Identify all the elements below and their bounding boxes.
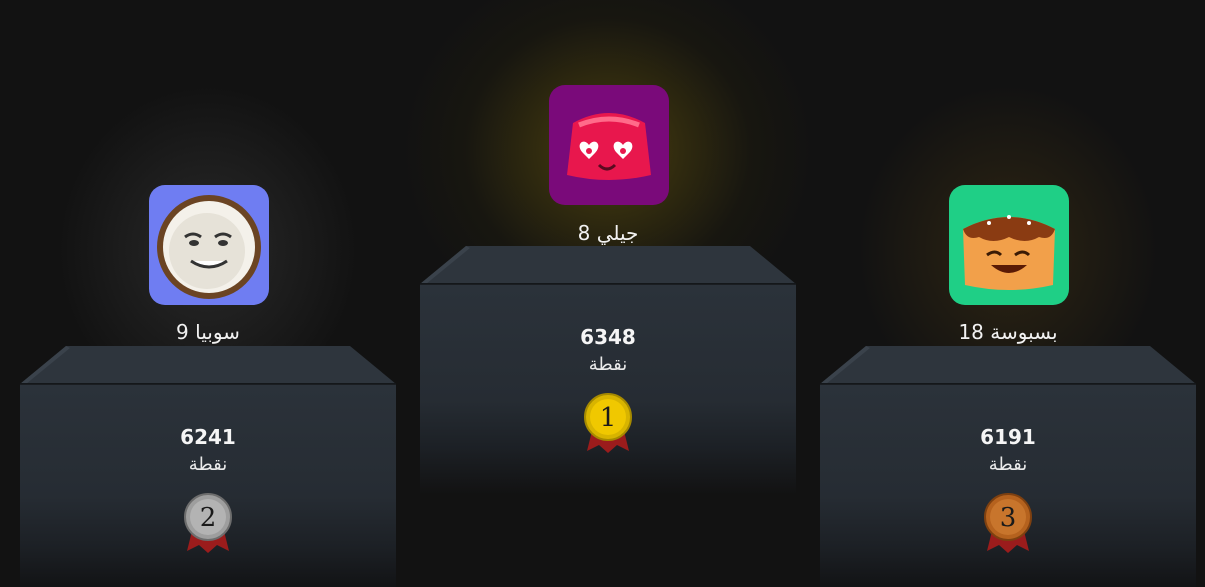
player-name-second: سوبيا 9 <box>176 320 240 344</box>
leaderboard-stage: سوبيا 9 6241 نقطة 2 جيلي 8 6348 نقطة 1 ب… <box>0 0 1205 587</box>
podium-block-top-second <box>20 346 396 384</box>
player-name-first: جيلي 8 <box>577 221 639 245</box>
basbousa-icon <box>949 185 1069 305</box>
score-third: 6191 <box>980 425 1036 449</box>
coconut-icon <box>149 185 269 305</box>
podium-block-first: 6348 نقطة 1 <box>420 284 796 495</box>
player-avatar-first[interactable] <box>549 85 669 205</box>
jelly-icon <box>549 85 669 205</box>
points-label-second: نقطة <box>188 454 228 475</box>
points-label-third: نقطة <box>988 454 1028 475</box>
podium-block-third: 6191 نقطة 3 <box>820 384 1196 587</box>
podium-block-top-first <box>420 246 796 284</box>
player-name-third: بسبوسة 18 <box>958 320 1058 344</box>
medal-second: 2 <box>183 493 233 553</box>
points-label-first: نقطة <box>588 354 628 375</box>
score-second: 6241 <box>180 425 236 449</box>
medal-third: 3 <box>983 493 1033 553</box>
medal-number-third: 3 <box>1000 503 1017 533</box>
podium-block-top-third <box>820 346 1196 384</box>
medal-number-first: 1 <box>600 403 617 433</box>
player-avatar-third[interactable] <box>949 185 1069 305</box>
medal-number-second: 2 <box>200 503 217 533</box>
podium-block-second: 6241 نقطة 2 <box>20 384 396 587</box>
medal-first: 1 <box>583 393 633 453</box>
player-avatar-second[interactable] <box>149 185 269 305</box>
score-first: 6348 <box>580 325 636 349</box>
